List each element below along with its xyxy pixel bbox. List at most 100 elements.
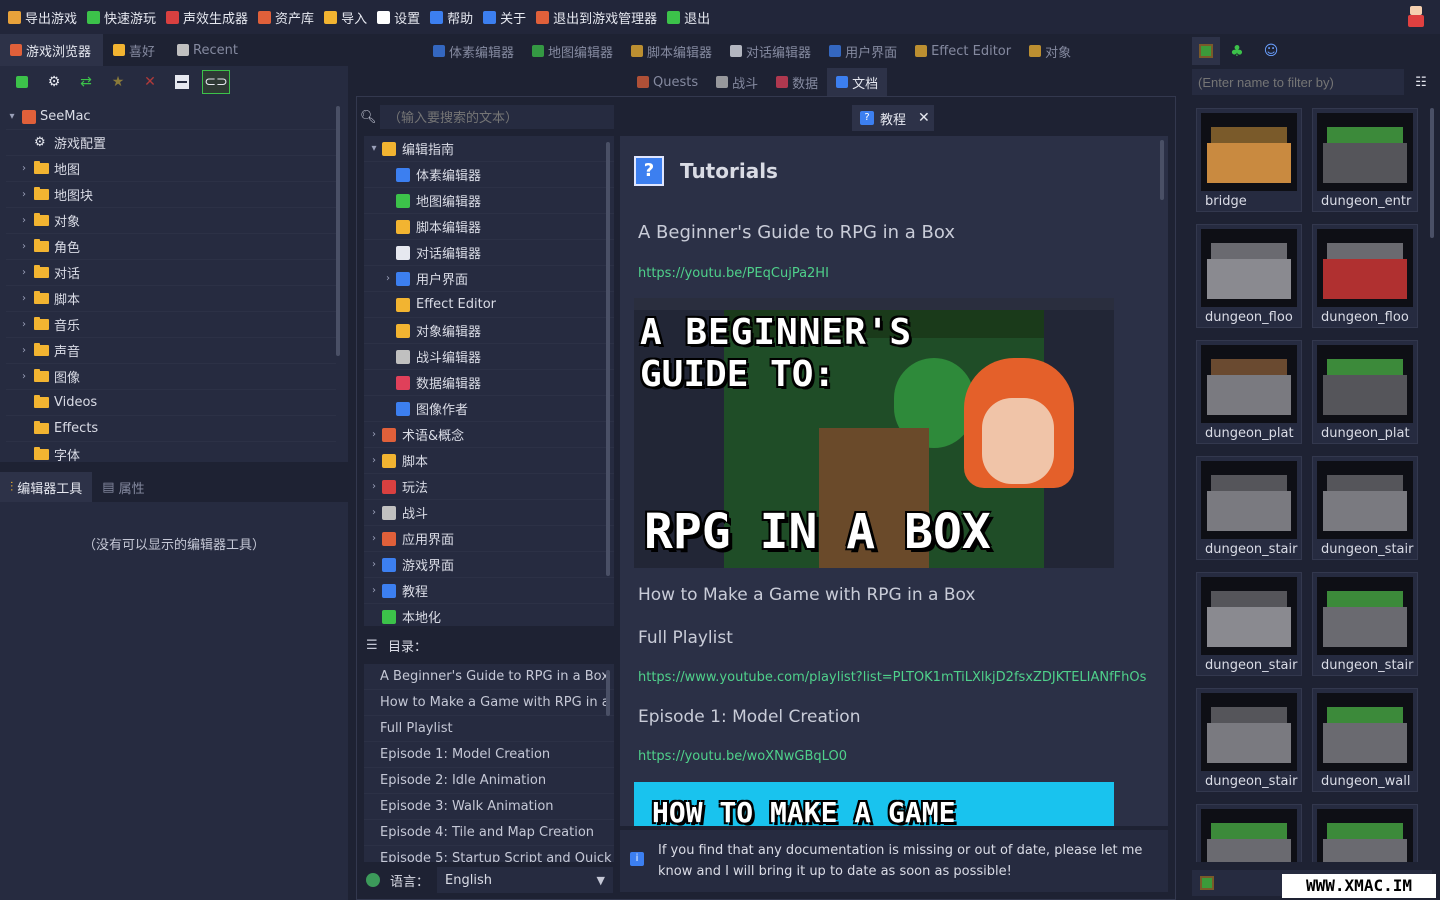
tab-editor[interactable]: Quests (628, 68, 707, 96)
asset-tile[interactable] (1196, 804, 1302, 862)
doc-tree-scrollbar[interactable] (606, 142, 610, 576)
doc-tree-item[interactable]: › 战斗 (364, 500, 614, 526)
tree-item[interactable]: › 对象 (6, 208, 336, 234)
asset-filter-input[interactable] (1192, 69, 1404, 95)
tree-item[interactable]: 字体 (6, 442, 336, 462)
doc-tree-item[interactable]: › 用户界面 (364, 266, 614, 292)
toc-item[interactable]: How to Make a Game with RPG in a Box (364, 690, 614, 716)
doc-tree-item[interactable]: 脚本编辑器 (364, 214, 614, 240)
tab-trees[interactable]: ♣ (1220, 37, 1254, 65)
toc-item[interactable]: Episode 2: Idle Animation (364, 768, 614, 794)
toc-item[interactable]: Episode 5: Startup Script and Quick (364, 846, 614, 862)
menu-play-item[interactable]: 快速游玩 (85, 5, 164, 29)
tree-item[interactable]: › 地图块 (6, 182, 336, 208)
tab-editor[interactable]: 地图编辑器 (523, 36, 622, 66)
doc-tree-item[interactable]: 体素编辑器 (364, 162, 614, 188)
tree-item[interactable]: › 声音 (6, 338, 336, 364)
tree-item[interactable]: › 图像 (6, 364, 336, 390)
link-episode-1[interactable]: https://youtu.be/woXNwGBqLO0 (638, 749, 847, 764)
refresh-icon[interactable]: ⇄ (74, 70, 98, 94)
doc-tree-item[interactable]: › 玩法 (364, 474, 614, 500)
menu-speaker-item[interactable]: 声效生成器 (164, 5, 256, 29)
tab-editor-tools[interactable]: ⫶ 编辑器工具 (0, 472, 93, 502)
tab-editor[interactable]: 脚本编辑器 (622, 36, 721, 66)
asset-tile[interactable]: bridge (1196, 108, 1302, 212)
asset-tile[interactable] (1312, 804, 1418, 862)
toc-scrollbar[interactable] (606, 670, 610, 716)
menu-help-item[interactable]: 帮助 (428, 5, 481, 29)
asset-scrollbar[interactable] (1430, 108, 1434, 238)
view-options-icon[interactable]: ☷ (1408, 69, 1434, 95)
tab-editor[interactable]: Effect Editor (906, 36, 1020, 66)
doc-tree-item[interactable]: 战斗编辑器 (364, 344, 614, 370)
tab-editor[interactable]: 对象 (1020, 36, 1080, 66)
doc-tree-item[interactable]: 数据编辑器 (364, 370, 614, 396)
toc-item[interactable]: Episode 4: Tile and Map Creation (364, 820, 614, 846)
toc-item[interactable]: Full Playlist (364, 716, 614, 742)
doc-tree-item[interactable]: › 脚本 (364, 448, 614, 474)
tree-scrollbar[interactable] (336, 106, 340, 356)
doc-tree-item[interactable]: 本地化 (364, 604, 614, 626)
doc-tree-item[interactable]: › 教程 (364, 578, 614, 604)
asset-tile[interactable]: dungeon_plat (1312, 340, 1418, 444)
doc-tree-item[interactable]: › 应用界面 (364, 526, 614, 552)
tab-editor[interactable]: 体素编辑器 (424, 36, 523, 66)
menu-import-item[interactable]: 导入 (322, 5, 375, 29)
asset-tile[interactable]: dungeon_stair (1312, 456, 1418, 560)
doc-tab-tutorials[interactable]: ? 教程 ✕ (852, 105, 934, 131)
tab-editor[interactable]: 对话编辑器 (721, 36, 820, 66)
tree-item[interactable]: ⚙ 游戏配置 (6, 130, 336, 156)
favorite-star-icon[interactable]: ★ (106, 70, 130, 94)
menu-gear-item[interactable]: 设置 (375, 5, 428, 29)
link-beginner-guide[interactable]: https://youtu.be/PEqCujPa2HI (638, 266, 829, 281)
user-avatar-icon[interactable] (1404, 4, 1428, 30)
menu-info-item[interactable]: 关于 (481, 5, 534, 29)
doc-tree-item[interactable]: ▾ 编辑指南 (364, 136, 614, 162)
content-scrollbar[interactable] (1160, 140, 1164, 200)
doc-tree-item[interactable]: Effect Editor (364, 292, 614, 318)
tree-item[interactable]: Effects (6, 416, 336, 442)
asset-tile[interactable]: dungeon_entr (1312, 108, 1418, 212)
tree-item[interactable]: › 对话 (6, 260, 336, 286)
tree-item[interactable]: › 音乐 (6, 312, 336, 338)
asset-tile[interactable]: dungeon_stair (1196, 688, 1302, 792)
doc-tree-item[interactable]: › 术语&概念 (364, 422, 614, 448)
delete-icon[interactable]: ✕ (138, 70, 162, 94)
video-thumbnail-beginner[interactable]: A BEGINNER'S GUIDE TO: RPG IN A BOX (634, 298, 1114, 568)
tab-characters[interactable]: ☺ (1254, 37, 1288, 65)
link-full-playlist[interactable]: https://www.youtube.com/playlist?list=PL… (638, 670, 1146, 685)
new-item-button[interactable] (10, 70, 34, 94)
collapse-icon[interactable] (170, 70, 194, 94)
asset-tile[interactable]: dungeon_stair (1196, 456, 1302, 560)
toc-item[interactable]: Episode 3: Walk Animation (364, 794, 614, 820)
gear-icon[interactable]: ⚙ (42, 70, 66, 94)
toc-item[interactable]: A Beginner's Guide to RPG in a Box (364, 664, 614, 690)
video-thumbnail-how-to[interactable]: HOW TO MAKE A GAME (634, 782, 1114, 826)
doc-search-input[interactable] (380, 105, 614, 129)
tree-root[interactable]: ▾ SeeMac (6, 104, 336, 130)
doc-tree-item[interactable]: 对象编辑器 (364, 318, 614, 344)
menu-quit-item[interactable]: 退出 (665, 5, 718, 29)
link-toggle-icon[interactable]: ⊂⊃ (202, 70, 230, 94)
tab-game-browser[interactable]: 游戏浏览器 (0, 34, 104, 66)
toc-item[interactable]: Episode 1: Model Creation (364, 742, 614, 768)
asset-tile[interactable]: dungeon_plat (1196, 340, 1302, 444)
tab-editor[interactable]: 战斗 (707, 68, 767, 96)
tab-editor[interactable]: 用户界面 (820, 36, 906, 66)
asset-tile[interactable]: dungeon_floo (1312, 224, 1418, 328)
doc-tree-item[interactable]: › 游戏界面 (364, 552, 614, 578)
asset-tile[interactable]: dungeon_wall (1312, 688, 1418, 792)
tree-item[interactable]: Videos (6, 390, 336, 416)
tab-editor[interactable]: 数据 (767, 68, 827, 96)
tab-hourglass[interactable]: Recent (167, 34, 250, 66)
tree-item[interactable]: › 脚本 (6, 286, 336, 312)
doc-tree-item[interactable]: 图像作者 (364, 396, 614, 422)
tree-item[interactable]: › 地图 (6, 156, 336, 182)
close-icon[interactable]: ✕ (918, 110, 930, 126)
asset-tile[interactable]: dungeon_stair (1312, 572, 1418, 676)
asset-tile[interactable]: dungeon_stair (1196, 572, 1302, 676)
tab-editor[interactable]: 文档 (827, 68, 888, 96)
menu-exit-manager-item[interactable]: 退出到游戏管理器 (534, 5, 665, 29)
doc-tree-item[interactable]: 地图编辑器 (364, 188, 614, 214)
language-select[interactable]: English ▼ (437, 867, 614, 893)
